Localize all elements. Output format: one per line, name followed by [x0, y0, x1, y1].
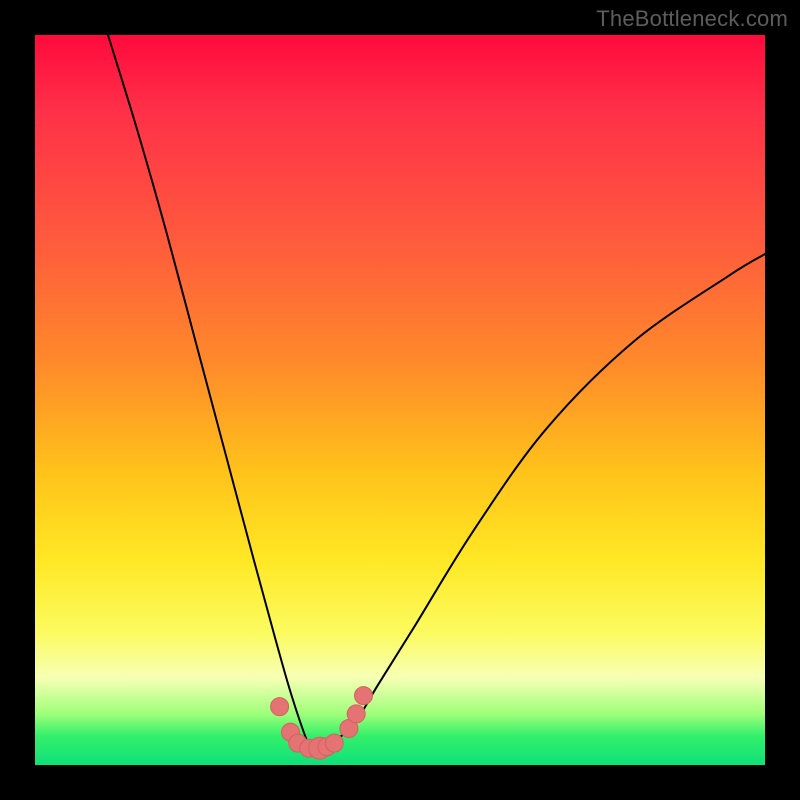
chart-svg: [35, 35, 765, 765]
chart-stage: TheBottleneck.com: [0, 0, 800, 800]
marker-point: [271, 698, 289, 716]
marker-point: [347, 705, 365, 723]
plot-area: [35, 35, 765, 765]
marker-group: [271, 687, 373, 760]
watermark-text: TheBottleneck.com: [596, 6, 788, 32]
marker-point: [325, 734, 343, 752]
marker-point: [355, 687, 373, 705]
bottleneck-curve-path: [108, 35, 765, 751]
